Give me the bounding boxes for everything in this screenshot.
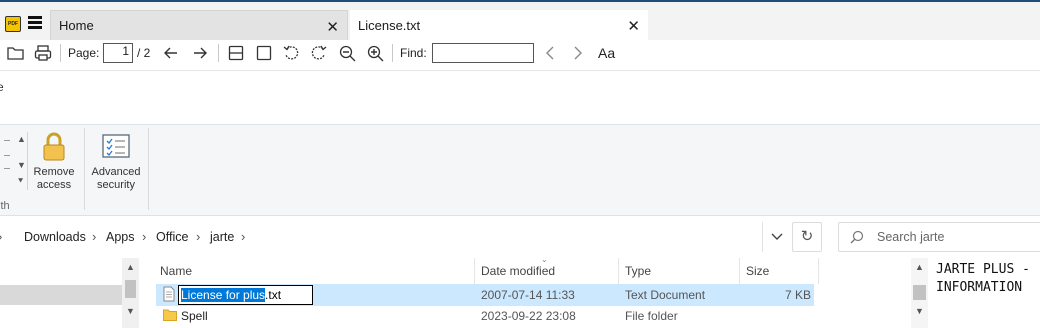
toolbar-separator [218, 44, 219, 62]
column-header-date[interactable]: Date modified [481, 264, 555, 278]
scroll-up-arrow-icon[interactable]: ▲ [17, 134, 26, 144]
tab-home[interactable]: Home ✕ [50, 10, 348, 40]
file-type: Text Document [625, 288, 706, 302]
search-placeholder: Search jarte [877, 230, 945, 244]
file-date: 2007-07-14 11:33 [481, 288, 575, 302]
fit-page-icon[interactable] [256, 45, 272, 61]
tab-license-label: License.txt [358, 17, 421, 33]
find-label: Find: [400, 46, 427, 60]
rename-selected-text: License for plus [181, 288, 266, 302]
column-divider[interactable] [739, 258, 740, 284]
print-icon[interactable] [34, 44, 52, 62]
scroll-down-arrow-icon[interactable]: ▼ [126, 306, 135, 316]
sort-chevron-icon: ⌄ [541, 255, 548, 264]
pdf-app-logo-icon[interactable]: PDF [5, 16, 21, 32]
ribbon-tab-strip [0, 70, 1040, 124]
breadcrumb-chevron-icon: › [0, 229, 2, 244]
page-total: / 2 [137, 46, 151, 60]
hamburger-menu-icon[interactable] [28, 16, 42, 30]
scroll-down-arrow-icon[interactable]: ▼ [915, 306, 924, 316]
file-date: 2023-09-22 23:08 [481, 309, 576, 323]
text-style-icon[interactable]: Aa [598, 45, 615, 61]
rotate-counterclockwise-icon[interactable] [283, 45, 299, 61]
ribbon-partial-label: e [0, 80, 4, 94]
page-label: Page: [68, 46, 100, 60]
nav-scroll-thumb[interactable] [125, 280, 136, 298]
scroll-up-arrow-icon[interactable]: ▲ [126, 262, 135, 272]
zoom-out-icon[interactable] [339, 45, 356, 62]
file-name[interactable]: Spell [181, 309, 208, 323]
next-page-arrow-icon[interactable] [192, 45, 208, 61]
advanced-security-label: Advanced security [91, 166, 141, 191]
rotate-clockwise-icon[interactable] [311, 45, 327, 61]
lock-icon [43, 132, 65, 161]
close-icon[interactable]: ✕ [326, 18, 339, 36]
preview-pane: JARTE PLUS - INFORMATION [930, 258, 1040, 328]
refresh-button[interactable]: ↻ [792, 222, 822, 252]
advanced-security-button[interactable]: Advanced security [88, 132, 144, 192]
file-type: File folder [625, 309, 678, 323]
list-line [4, 168, 10, 169]
rename-extension: .txt [265, 288, 282, 302]
list-line [4, 155, 10, 156]
scroll-down-arrow-icon[interactable]: ▼ [17, 160, 26, 170]
column-divider[interactable] [618, 258, 619, 284]
close-icon[interactable]: ✕ [627, 17, 640, 35]
open-folder-icon[interactable] [7, 45, 25, 61]
preview-scroll-thumb[interactable] [913, 285, 926, 300]
toolbar-separator [392, 44, 393, 62]
breadcrumb-item-apps[interactable]: Apps [106, 230, 135, 244]
address-history-dropdown[interactable] [762, 222, 790, 252]
column-divider[interactable] [474, 258, 475, 284]
find-input[interactable] [432, 43, 534, 63]
previous-page-arrow-icon[interactable] [163, 45, 179, 61]
toolbar-separator [60, 44, 61, 62]
fit-width-icon[interactable] [228, 45, 244, 61]
list-line [4, 140, 10, 141]
column-header-size[interactable]: Size [746, 264, 769, 278]
folder-icon [163, 309, 177, 321]
zoom-in-icon[interactable] [367, 45, 384, 62]
breadcrumb-chevron-icon[interactable]: › [142, 229, 146, 244]
ribbon-group-label: ith [0, 200, 10, 212]
nav-selected-item[interactable] [0, 285, 122, 305]
breadcrumb-item-office[interactable]: Office [156, 230, 188, 244]
search-icon [850, 230, 864, 244]
breadcrumb-item-downloads[interactable]: Downloads [24, 230, 86, 244]
checklist-icon [102, 134, 130, 158]
page-number-input[interactable]: 1 [103, 43, 133, 63]
tab-license[interactable]: License.txt ✕ [350, 10, 648, 40]
breadcrumb-item-jarte[interactable]: jarte [210, 230, 234, 244]
breadcrumb-chevron-icon[interactable]: › [241, 229, 245, 244]
column-divider[interactable] [818, 258, 819, 284]
remove-access-button[interactable]: Remove access [28, 132, 80, 192]
refresh-icon: ↻ [800, 228, 814, 245]
find-next-chevron-icon[interactable] [572, 45, 584, 61]
column-header-type[interactable]: Type [625, 264, 651, 278]
file-size: 7 KB [784, 288, 811, 302]
scroll-up-arrow-icon[interactable]: ▲ [915, 262, 924, 272]
preview-line: JARTE PLUS - [936, 262, 1030, 277]
text-file-icon [163, 286, 175, 302]
chevron-down-icon [771, 233, 783, 240]
tab-home-label: Home [59, 18, 94, 33]
rename-field[interactable]: License for plus.txt [178, 285, 313, 305]
breadcrumb-chevron-icon[interactable]: › [92, 229, 96, 244]
breadcrumb-chevron-icon[interactable]: › [196, 229, 200, 244]
column-header-name[interactable]: Name [160, 264, 192, 278]
ribbon-separator [84, 128, 85, 210]
find-previous-chevron-icon[interactable] [544, 45, 556, 61]
ribbon [0, 124, 1040, 216]
ribbon-separator [148, 128, 149, 210]
remove-access-label: Remove access [33, 166, 75, 191]
more-dropdown-icon[interactable]: ⯆ [17, 176, 24, 187]
preview-line: INFORMATION [936, 280, 1023, 295]
